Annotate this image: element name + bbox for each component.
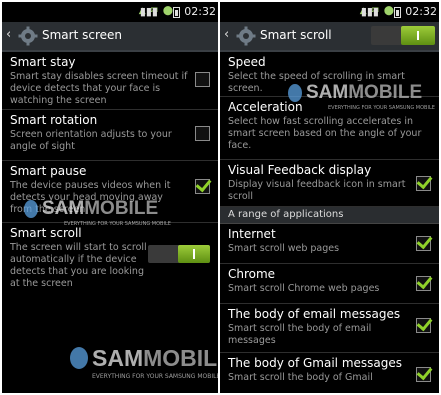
setting-title: Internet <box>228 227 276 241</box>
smart-scroll-master-toggle[interactable] <box>371 26 435 45</box>
setting-summary: Display visual feedback icon in smart sc… <box>228 179 406 202</box>
smart-stay-checkbox[interactable] <box>195 72 210 87</box>
internet-checkbox[interactable] <box>416 232 433 251</box>
setting-title: Smart scroll <box>10 226 82 240</box>
action-bar: ‹ Smart scroll <box>220 22 439 52</box>
settings-list: Speed Select the speed of scrolling in s… <box>220 52 439 393</box>
setting-title: Smart rotation <box>10 113 98 127</box>
setting-summary: The screen will start to scroll automati… <box>10 242 147 289</box>
toggle-knob <box>178 245 210 263</box>
smart-scroll-panel: ▲ ✉ ⬤ ▮▮▮ 02:32 ‹ Smart scroll Speed Sel… <box>220 2 439 393</box>
app-email[interactable]: The body of email messages Smart scroll … <box>220 304 439 353</box>
smart-screen-panel: ▲ ✉ ⬤ ▮▮▮ 02:32 ‹ Smart screen Smart sta… <box>2 2 218 393</box>
check-icon <box>416 272 433 290</box>
check-icon <box>195 175 212 193</box>
setting-speed[interactable]: Speed Select the speed of scrolling in s… <box>220 52 439 97</box>
signal-icon: ▮▮▮ <box>139 5 158 18</box>
smart-scroll-toggle[interactable] <box>148 245 210 263</box>
smart-pause-checkbox[interactable] <box>195 175 212 194</box>
setting-smart-scroll[interactable]: Smart scroll The screen will start to sc… <box>2 223 218 295</box>
screen-title: Smart scroll <box>260 28 332 42</box>
setting-title: Acceleration <box>228 100 303 114</box>
setting-summary: Smart scroll web pages <box>228 243 340 254</box>
watermark-logo: SAMMOBILE <box>92 345 218 371</box>
setting-title: The body of email messages <box>228 307 401 321</box>
back-icon[interactable]: ‹ <box>224 27 229 42</box>
check-icon <box>416 172 433 190</box>
smart-rotation-checkbox[interactable] <box>195 126 210 141</box>
settings-list: Smart stay Smart stay disables screen ti… <box>2 52 218 295</box>
setting-smart-stay[interactable]: Smart stay Smart stay disables screen ti… <box>2 52 218 110</box>
setting-title: The body of Gmail messages <box>228 356 403 370</box>
app-gmail[interactable]: The body of Gmail messages Smart scroll … <box>220 353 439 393</box>
setting-title: Visual Feedback display <box>228 163 372 177</box>
status-time: 02:32 <box>405 5 437 18</box>
setting-title: Chrome <box>228 267 276 281</box>
setting-title: Speed <box>228 55 266 69</box>
setting-summary: Smart scroll Chrome web pages <box>228 283 380 294</box>
setting-summary: Smart scroll the body of email messages <box>228 323 372 346</box>
gear-icon <box>236 26 256 46</box>
setting-summary: Select how fast scrolling accelerates in… <box>228 116 422 151</box>
setting-title: Smart stay <box>10 55 76 69</box>
setting-acceleration[interactable]: Acceleration Select how fast scrolling a… <box>220 97 439 160</box>
battery-icon <box>173 7 180 18</box>
battery-icon <box>394 7 401 18</box>
setting-summary: Smart stay disables screen timeout if de… <box>10 71 188 106</box>
watermark-logo-icon <box>70 347 88 369</box>
check-icon <box>416 232 433 250</box>
action-bar: ‹ Smart screen <box>2 22 218 52</box>
gmail-checkbox[interactable] <box>416 363 433 382</box>
back-icon[interactable]: ‹ <box>6 27 11 42</box>
app-chrome[interactable]: Chrome Smart scroll Chrome web pages <box>220 264 439 304</box>
check-icon <box>416 363 433 381</box>
setting-smart-rotation[interactable]: Smart rotation Screen orientation adjust… <box>2 110 218 161</box>
visual-feedback-checkbox[interactable] <box>416 172 433 191</box>
setting-summary: Select the speed of scrolling in smart s… <box>228 71 405 94</box>
watermark-tagline: EVERYTHING FOR YOUR SAMSUNG MOBILE <box>92 373 218 380</box>
screen-title: Smart screen <box>42 28 123 42</box>
setting-summary: The device pauses videos when it detects… <box>10 180 171 215</box>
gear-icon <box>18 26 38 46</box>
status-time: 02:32 <box>184 5 216 18</box>
section-header: A range of applications <box>220 207 439 224</box>
setting-summary: Smart scroll the body of Gmail <box>228 372 373 383</box>
setting-summary: Screen orientation adjusts to your angle… <box>10 129 172 152</box>
status-bar: ▲ ✉ ⬤ ▮▮▮ 02:32 <box>2 2 218 22</box>
chrome-checkbox[interactable] <box>416 272 433 291</box>
setting-title: Smart pause <box>10 164 87 178</box>
toggle-knob <box>401 26 435 45</box>
signal-icon: ▮▮▮ <box>360 5 379 18</box>
status-bar: ▲ ✉ ⬤ ▮▮▮ 02:32 <box>220 2 439 22</box>
setting-smart-pause[interactable]: Smart pause The device pauses videos whe… <box>2 161 218 223</box>
app-internet[interactable]: Internet Smart scroll web pages <box>220 224 439 264</box>
check-icon <box>416 314 433 332</box>
setting-visual-feedback[interactable]: Visual Feedback display Display visual f… <box>220 160 439 207</box>
email-checkbox[interactable] <box>416 314 433 333</box>
